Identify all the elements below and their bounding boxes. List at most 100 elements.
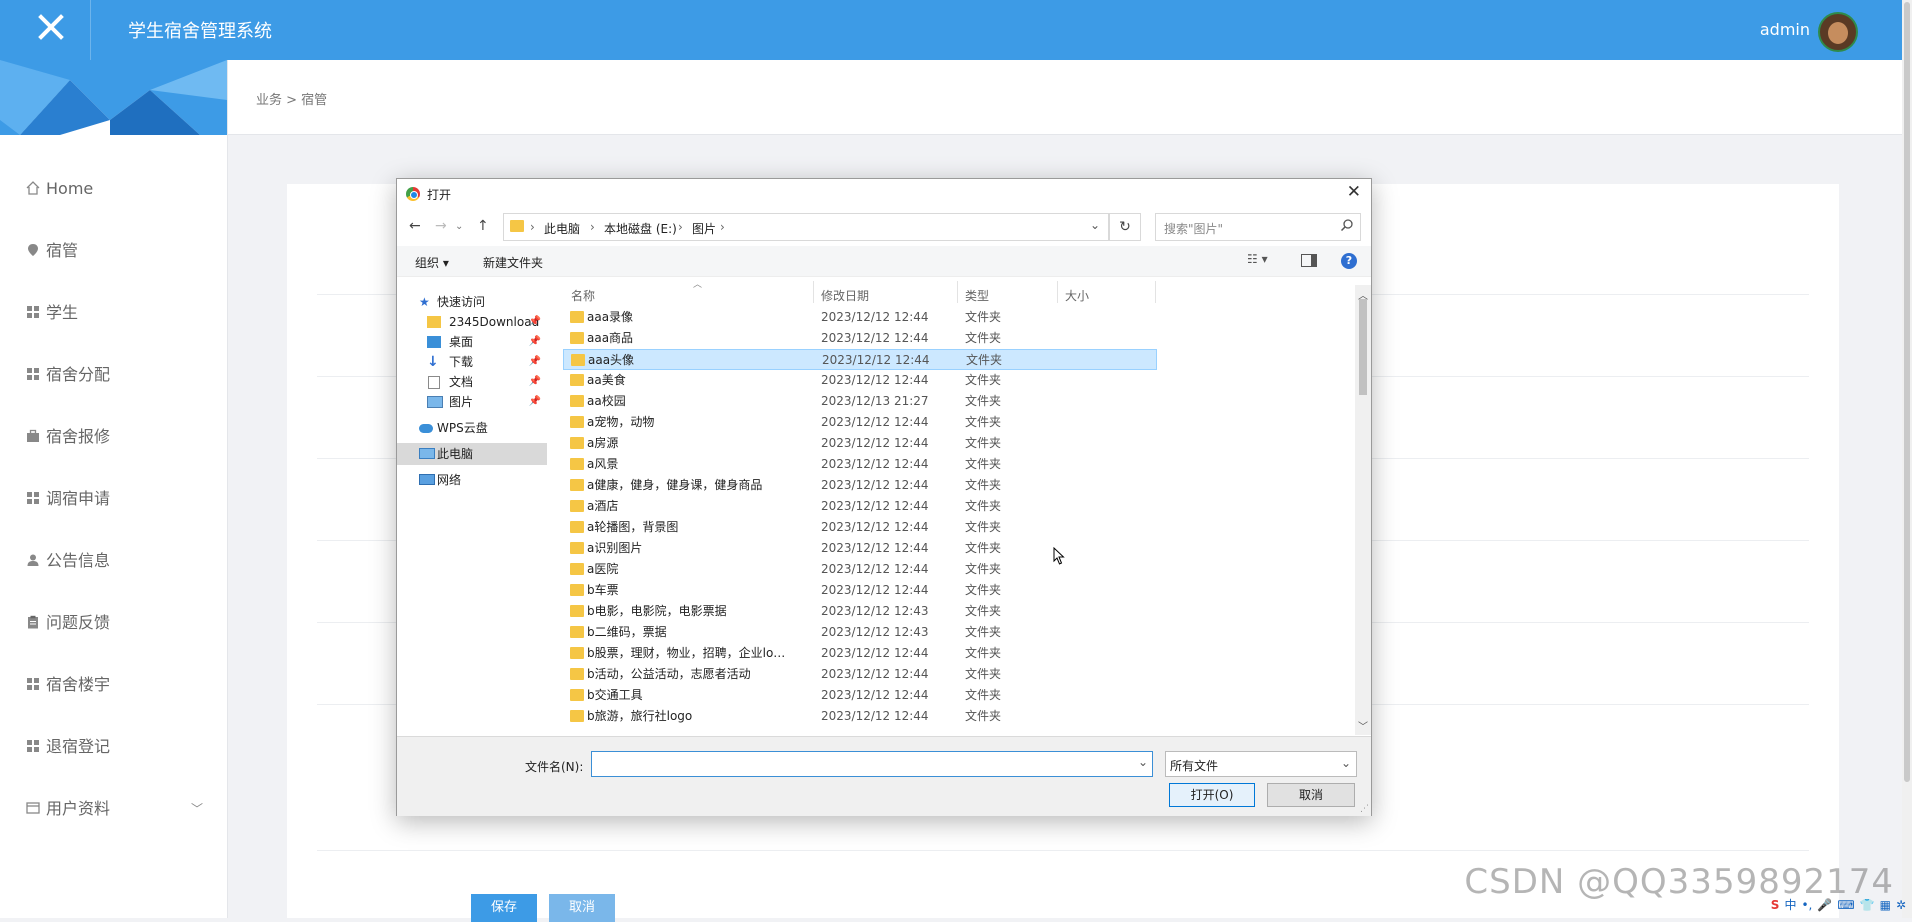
file-row[interactable]: a健康，健身，健身课，健身商品 2023/12/12 12:44 文件夹 xyxy=(563,475,1155,495)
file-row[interactable]: b二维码，票据 2023/12/12 12:43 文件夹 xyxy=(563,622,1155,642)
sidebar-item-user-profile[interactable]: 用户资料 ﹀ xyxy=(0,778,227,840)
sidebar-item-checkout[interactable]: 退宿登记 xyxy=(0,716,227,778)
file-row[interactable]: aaa录像 2023/12/12 12:44 文件夹 xyxy=(563,307,1155,327)
organize-menu[interactable]: 组织 ▾ xyxy=(415,254,449,271)
open-button[interactable]: 打开(O) xyxy=(1169,783,1255,807)
column-header-size[interactable]: 大小 xyxy=(1065,287,1089,304)
close-menu-icon[interactable] xyxy=(34,10,68,44)
nav-network[interactable]: 网络 xyxy=(397,469,547,491)
shirt-icon[interactable]: 👕 xyxy=(1860,898,1875,912)
file-row[interactable]: a酒店 2023/12/12 12:44 文件夹 xyxy=(563,496,1155,516)
file-name: a宠物，动物 xyxy=(587,415,655,429)
sidebar-item-room-change[interactable]: 调宿申请 xyxy=(0,468,227,530)
file-row[interactable]: a识别图片 2023/12/12 12:44 文件夹 xyxy=(563,538,1155,558)
column-header-type[interactable]: 类型 xyxy=(965,287,989,304)
pin-icon[interactable]: 📌 xyxy=(529,391,541,413)
column-header-name[interactable]: 名称 xyxy=(571,287,595,304)
sort-ascending-icon[interactable]: ︿ xyxy=(693,277,702,290)
chevron-down-icon[interactable]: ⌄ xyxy=(1090,218,1100,232)
scroll-down-icon[interactable]: ﹀ xyxy=(1358,718,1368,733)
chevron-down-icon[interactable]: ⌄ xyxy=(1138,755,1148,769)
address-segment[interactable]: 此电脑 xyxy=(544,220,580,237)
file-row[interactable]: b车票 2023/12/12 12:44 文件夹 xyxy=(563,580,1155,600)
tray-icon[interactable]: 中 xyxy=(1784,898,1796,912)
sidebar-item-feedback[interactable]: 问题反馈 xyxy=(0,592,227,654)
new-folder-button[interactable]: 新建文件夹 xyxy=(483,254,543,271)
sidebar-item-dorm-manager[interactable]: 宿管 xyxy=(0,220,227,282)
pin-icon[interactable]: 📌 xyxy=(529,351,541,373)
file-row[interactable]: b交通工具 2023/12/12 12:44 文件夹 xyxy=(563,685,1155,705)
sidebar-item-repairs[interactable]: 宿舍报修 xyxy=(0,406,227,468)
column-divider[interactable] xyxy=(813,281,814,303)
address-bar[interactable]: › 此电脑 › 本地磁盘 (E:) › 图片 › ⌄ xyxy=(503,213,1109,241)
close-icon[interactable]: ✕ xyxy=(1347,182,1361,202)
file-row[interactable]: a宠物，动物 2023/12/12 12:44 文件夹 xyxy=(563,412,1155,432)
file-row[interactable]: a房源 2023/12/12 12:44 文件夹 xyxy=(563,433,1155,453)
nav-pinned-item[interactable]: 桌面 📌 xyxy=(397,331,547,353)
up-arrow-icon[interactable]: ↑ xyxy=(477,218,489,234)
nav-pinned-item[interactable]: 图片 📌 xyxy=(397,391,547,413)
sidebar-item-dorm-allocation[interactable]: 宿舍分配 xyxy=(0,344,227,406)
address-segment[interactable]: 图片 xyxy=(692,220,716,237)
file-row[interactable]: aaa头像 2023/12/12 12:44 文件夹 xyxy=(563,349,1157,370)
resize-grip-icon[interactable]: ⋰ xyxy=(1360,804,1369,814)
file-list-scrollbar[interactable]: ︿ ﹀ xyxy=(1355,285,1371,735)
page-scrollbar[interactable] xyxy=(1902,0,1912,918)
column-divider[interactable] xyxy=(957,281,958,303)
chevron-down-icon[interactable]: ⌄ xyxy=(1341,756,1351,770)
sidebar-item-students[interactable]: 学生 xyxy=(0,282,227,344)
pin-icon[interactable]: 📌 xyxy=(529,371,541,393)
file-row[interactable]: a轮播图，背景图 2023/12/12 12:44 文件夹 xyxy=(563,517,1155,537)
search-input[interactable]: 搜索"图片" xyxy=(1155,213,1361,241)
back-arrow-icon[interactable]: ← xyxy=(409,218,421,234)
refresh-icon[interactable]: ↻ xyxy=(1109,213,1141,241)
user-name[interactable]: admin xyxy=(1760,20,1810,39)
chevron-down-icon[interactable]: ﹀ xyxy=(191,778,203,840)
scroll-thumb[interactable] xyxy=(1359,299,1367,395)
ime-icon[interactable]: S xyxy=(1771,898,1780,912)
file-row[interactable]: aa美食 2023/12/12 12:44 文件夹 xyxy=(563,370,1155,390)
recent-dropdown-icon[interactable]: ⌄ xyxy=(455,221,463,232)
sidebar-item-announcements[interactable]: 公告信息 xyxy=(0,530,227,592)
nav-quick-access[interactable]: ★ 快速访问 xyxy=(397,291,547,313)
preview-pane-icon[interactable] xyxy=(1301,254,1317,267)
help-icon[interactable]: ? xyxy=(1341,253,1357,269)
search-icon[interactable] xyxy=(1340,218,1354,232)
file-row[interactable]: b股票，理财，物业，招聘，企业logo，... 2023/12/12 12:44 文… xyxy=(563,643,1155,663)
file-row[interactable]: a医院 2023/12/12 12:44 文件夹 xyxy=(563,559,1155,579)
grid-icon[interactable]: ▦ xyxy=(1880,898,1891,912)
file-type-select[interactable]: 所有文件 ⌄ xyxy=(1165,751,1357,777)
keyboard-icon[interactable]: ⌨ xyxy=(1837,898,1854,912)
file-row[interactable]: aa校园 2023/12/13 21:27 文件夹 xyxy=(563,391,1155,411)
folder-icon xyxy=(570,416,584,428)
nav-pinned-item[interactable]: 2345Download 📌 xyxy=(397,311,547,333)
nav-wps-cloud[interactable]: WPS云盘 xyxy=(397,417,547,439)
dialog-cancel-button[interactable]: 取消 xyxy=(1267,783,1355,807)
tray-icon[interactable]: ✲ xyxy=(1896,898,1906,912)
filename-field[interactable]: ⌄ xyxy=(591,751,1153,777)
file-date: 2023/12/12 12:44 xyxy=(821,478,929,492)
nav-pinned-item[interactable]: 文档 📌 xyxy=(397,371,547,393)
nav-pinned-item[interactable]: ↓ 下载 📌 xyxy=(397,351,547,373)
sidebar-item-buildings[interactable]: 宿舍楼宇 xyxy=(0,654,227,716)
file-row[interactable]: b旅游，旅行社logo 2023/12/12 12:44 文件夹 xyxy=(563,706,1155,726)
file-row[interactable]: b电影，电影院，电影票据 2023/12/12 12:43 文件夹 xyxy=(563,601,1155,621)
address-segment[interactable]: 本地磁盘 (E:) xyxy=(604,220,677,237)
file-row[interactable]: b活动，公益活动，志愿者活动 2023/12/12 12:44 文件夹 xyxy=(563,664,1155,684)
top-bar: 学生宿舍管理系统 admin xyxy=(0,0,1902,60)
column-divider[interactable] xyxy=(1057,281,1058,303)
avatar[interactable] xyxy=(1818,12,1858,52)
forward-arrow-icon[interactable]: → xyxy=(435,218,447,234)
mic-icon[interactable]: 🎤 xyxy=(1817,898,1832,912)
file-row[interactable]: aaa商品 2023/12/12 12:44 文件夹 xyxy=(563,328,1155,348)
file-row[interactable]: a风景 2023/12/12 12:44 文件夹 xyxy=(563,454,1155,474)
tray-icon[interactable]: •, xyxy=(1801,898,1812,912)
view-options-icon[interactable]: ☷ ▾ xyxy=(1247,252,1268,266)
pin-icon[interactable]: 📌 xyxy=(529,311,541,333)
column-divider[interactable] xyxy=(1155,281,1156,303)
pin-icon[interactable]: 📌 xyxy=(529,331,541,353)
sidebar-item-home[interactable]: Home xyxy=(0,158,227,220)
nav-this-pc[interactable]: 此电脑 xyxy=(397,443,547,465)
filename-input[interactable] xyxy=(594,754,1138,774)
column-header-date[interactable]: 修改日期 xyxy=(821,287,869,304)
